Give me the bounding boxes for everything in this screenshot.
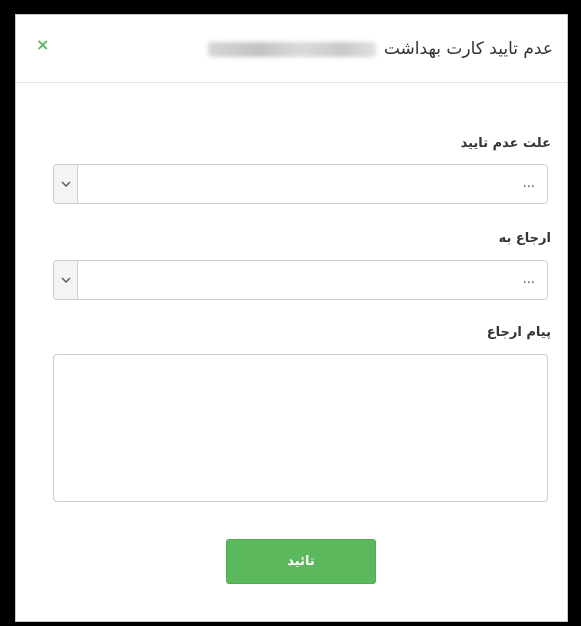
- refer-label: ارجاع به: [498, 231, 551, 246]
- modal-header: عدم تایید کارت بهداشت ×: [16, 15, 567, 83]
- refer-select-value: ...: [522, 272, 535, 287]
- chevron-down-icon[interactable]: [54, 165, 78, 203]
- confirm-button[interactable]: تائید: [226, 539, 376, 584]
- reason-select-value: ...: [522, 176, 535, 191]
- reason-label: علت عدم تایید: [460, 136, 551, 151]
- modal-title: عدم تایید کارت بهداشت: [207, 39, 553, 59]
- refer-select[interactable]: ...: [53, 260, 548, 300]
- modal-title-text: عدم تایید کارت بهداشت: [383, 39, 553, 59]
- close-icon[interactable]: ×: [36, 37, 49, 53]
- chevron-down-icon[interactable]: [54, 261, 78, 299]
- reason-select[interactable]: ...: [53, 164, 548, 204]
- message-label: پیام ارجاع: [486, 325, 551, 340]
- reject-health-card-modal: عدم تایید کارت بهداشت × علت عدم تایید ..…: [15, 14, 568, 622]
- redacted-name: [207, 41, 376, 57]
- message-textarea[interactable]: [53, 354, 548, 502]
- screenshot-frame: عدم تایید کارت بهداشت × علت عدم تایید ..…: [0, 0, 581, 626]
